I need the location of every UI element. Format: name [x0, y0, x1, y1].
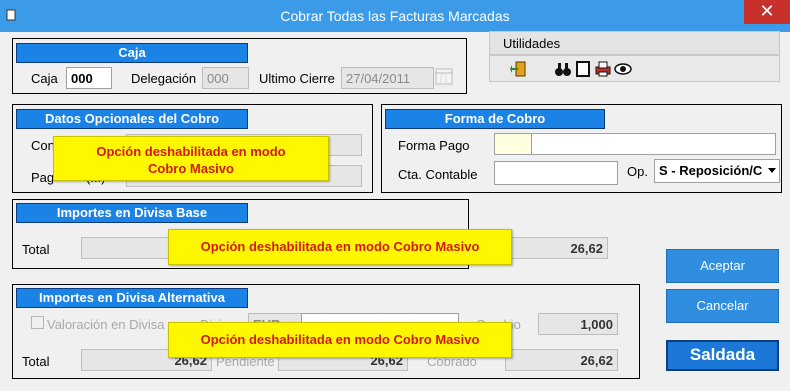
- saldada-badge: Saldada: [666, 340, 779, 371]
- ultimo-cierre-field: 27/04/2011: [341, 67, 434, 89]
- document-icon[interactable]: [574, 60, 592, 78]
- caja-header: Caja: [16, 43, 248, 63]
- note-line-2: Cobro Masivo: [148, 161, 234, 176]
- importes-alt-header: Importes en Divisa Alternativa: [16, 288, 248, 308]
- cambio-field: 1,000: [538, 313, 618, 335]
- aceptar-button[interactable]: Aceptar: [666, 249, 779, 283]
- op-label: Op.: [627, 164, 648, 179]
- caja-label: Caja: [31, 71, 58, 86]
- op-select[interactable]: S - Reposición/C: [654, 159, 780, 183]
- pagado-label: Pag: [31, 170, 55, 185]
- forma-pago-code-input[interactable]: [494, 133, 532, 155]
- cta-contable-label: Cta. Contable: [398, 167, 478, 182]
- datos-opcionales-header: Datos Opcionales del Cobro: [16, 109, 248, 129]
- op-select-value: S - Reposición/C: [659, 163, 763, 178]
- cancelar-button[interactable]: Cancelar: [666, 289, 779, 323]
- importes-base-disabled-note: Opción deshabilitada en modo Cobro Masiv…: [168, 229, 512, 265]
- forma-cobro-header: Forma de Cobro: [385, 109, 605, 129]
- close-button[interactable]: ✕: [744, 0, 790, 24]
- window-title: Cobrar Todas las Facturas Marcadas: [280, 8, 510, 24]
- concepto-label: Con: [31, 138, 55, 153]
- cta-contable-input[interactable]: [494, 161, 618, 185]
- delegacion-field: 000: [202, 67, 249, 89]
- menu-utilidades[interactable]: Utilidades: [503, 36, 560, 51]
- valoracion-label: Valoración en Divisa: [47, 317, 165, 332]
- valoracion-checkbox[interactable]: [31, 316, 44, 329]
- importes-alt-disabled-note: Opción deshabilitada en modo Cobro Masiv…: [168, 322, 512, 358]
- menu-bar: Utilidades: [489, 31, 780, 55]
- title-bar: Cobrar Todas las Facturas Marcadas ✕: [0, 0, 790, 32]
- importes-base-header: Importes en Divisa Base: [16, 203, 248, 223]
- forma-pago-desc-field: [531, 133, 776, 155]
- ultimo-cierre-label: Ultimo Cierre: [259, 71, 335, 86]
- datos-opcionales-disabled-note: Opción deshabilitada en modo Cobro Masiv…: [53, 136, 329, 181]
- eye-icon[interactable]: [614, 60, 632, 78]
- importes-base-total-label: Total: [22, 242, 50, 257]
- chevron-down-icon[interactable]: [767, 164, 777, 176]
- forma-pago-label: Forma Pago: [398, 138, 470, 153]
- importes-base-total-field: [81, 237, 171, 259]
- toolbar: [489, 55, 780, 82]
- importes-alt-total-label: Total: [22, 354, 50, 369]
- delegacion-label: Delegación: [131, 71, 197, 86]
- importes-alt-cobrado-field: 26,62: [505, 349, 618, 371]
- importes-base-cobrado-field: 26,62: [505, 237, 608, 259]
- note-line-1: Opción deshabilitada en modo: [96, 144, 286, 159]
- caja-input[interactable]: 000: [66, 67, 112, 89]
- binoculars-icon[interactable]: [554, 60, 572, 78]
- printer-icon[interactable]: [594, 60, 612, 78]
- calendar-icon[interactable]: [435, 67, 453, 85]
- exit-door-icon[interactable]: [510, 60, 528, 78]
